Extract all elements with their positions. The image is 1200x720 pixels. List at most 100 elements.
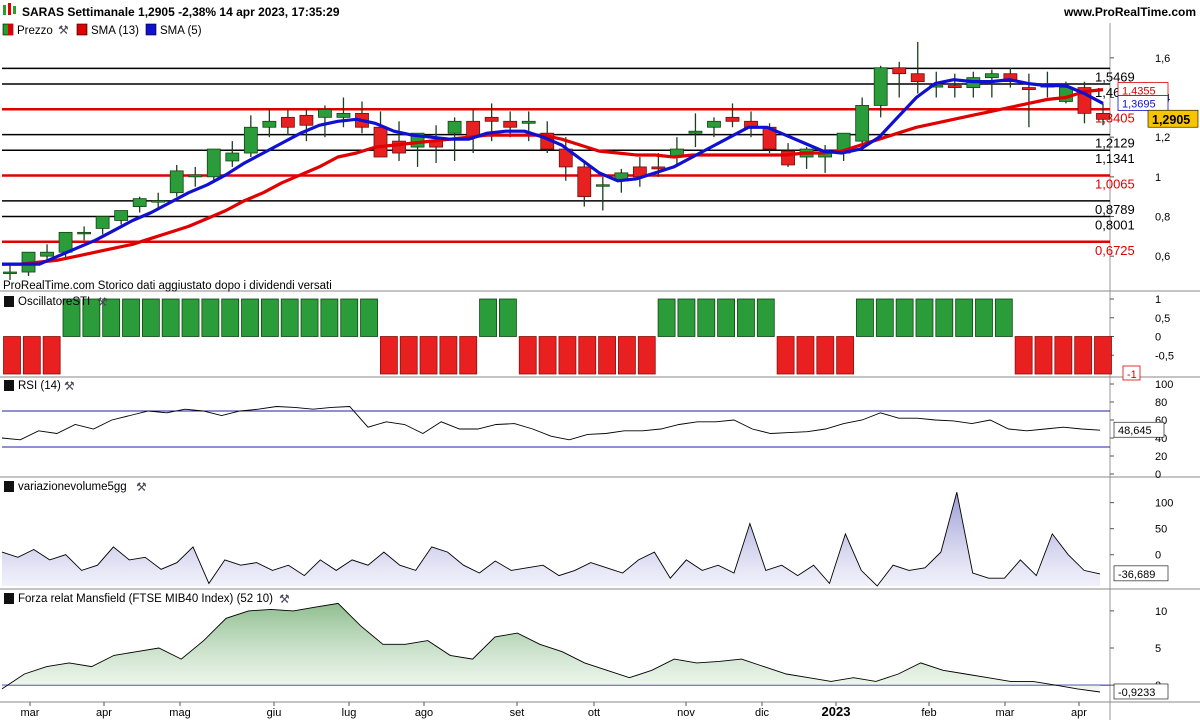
x-tick-label: nov: [677, 707, 695, 719]
candle[interactable]: [855, 97, 870, 148]
candle-body: [725, 116, 740, 122]
sti-bar: [657, 298, 676, 337]
level-label: 1,2129: [1095, 136, 1135, 151]
candle[interactable]: [595, 176, 610, 211]
badge-label: 1,2905: [1152, 113, 1190, 127]
candle[interactable]: [373, 111, 388, 158]
brand-link[interactable]: www.ProRealTime.com: [1063, 5, 1196, 19]
level-label: 0,8001: [1095, 217, 1135, 232]
sti-bar: [637, 336, 656, 375]
y-tick-label: 0,6: [1155, 251, 1170, 263]
sti-bar: [836, 336, 855, 375]
candle[interactable]: [225, 141, 240, 167]
candle[interactable]: [169, 164, 184, 197]
wrench-icon[interactable]: ⚒: [97, 295, 108, 309]
candle[interactable]: [503, 111, 518, 138]
sti-bar: [697, 298, 716, 337]
y-tick-label: 0: [1155, 332, 1161, 344]
candle[interactable]: [77, 226, 92, 241]
candle[interactable]: [262, 109, 277, 138]
mansfield-legend[interactable]: Forza relat Mansfield (FTSE MIB40 Index)…: [4, 592, 290, 606]
candle-body: [984, 73, 999, 79]
sti-bar: [618, 336, 636, 375]
candle-body: [318, 109, 332, 118]
candle[interactable]: [280, 109, 295, 136]
legend-item-prezzo[interactable]: Prezzo ⚒: [2, 23, 69, 37]
sma5-line: [2, 78, 1104, 266]
candle-body: [3, 271, 17, 274]
wrench-icon[interactable]: ⚒: [136, 480, 147, 494]
candle[interactable]: [299, 109, 314, 142]
candle[interactable]: [429, 125, 443, 163]
level-label-red: 1,0065: [1095, 177, 1135, 192]
sti-bar: [955, 298, 974, 337]
candle[interactable]: [318, 105, 332, 138]
candle[interactable]: [3, 264, 17, 280]
candle[interactable]: [466, 109, 481, 154]
candle-body: [1096, 112, 1110, 120]
rsi-panel[interactable]: 10080604020048,645: [0, 379, 1200, 481]
candle-body: [40, 251, 54, 257]
level-label: 0,8789: [1095, 202, 1135, 217]
y-tick-label: 80: [1155, 397, 1167, 409]
sti-bar: [439, 336, 458, 375]
candle[interactable]: [243, 115, 258, 157]
y-tick-label: 0,8: [1155, 212, 1170, 224]
sti-bar: [518, 336, 537, 375]
badge-label: 1,3695: [1122, 99, 1156, 111]
mansfield-panel[interactable]: 1050-0,9233: [1, 602, 1169, 700]
sti-bar: [340, 298, 359, 337]
wrench-icon[interactable]: ⚒: [58, 23, 69, 37]
candle-body: [651, 166, 666, 170]
candle-body: [521, 120, 536, 124]
candle[interactable]: [392, 121, 406, 161]
candle-body: [373, 126, 388, 158]
sma13-line: [2, 88, 1104, 266]
wrench-icon[interactable]: ⚒: [64, 379, 75, 393]
sti-bar: [479, 298, 497, 337]
candle-body: [447, 120, 462, 134]
sti-bar: [1074, 336, 1093, 375]
sti-bar: [538, 336, 557, 375]
rsi-legend[interactable]: RSI (14) ⚒: [4, 379, 75, 393]
candle[interactable]: [1077, 81, 1092, 124]
candle[interactable]: [188, 166, 203, 187]
candle[interactable]: [114, 210, 129, 225]
candle[interactable]: [132, 196, 147, 213]
candle[interactable]: [799, 147, 814, 169]
volume-last-value: -36,689: [1118, 569, 1155, 581]
sti-bar: [499, 298, 517, 337]
sti-bar: [717, 298, 736, 337]
sti-bar: [935, 298, 954, 337]
candle[interactable]: [947, 73, 962, 98]
x-tick-label: mar: [21, 707, 40, 719]
candle[interactable]: [836, 132, 851, 161]
mansfield-label: Forza relat Mansfield (FTSE MIB40 Index)…: [18, 593, 273, 605]
candle-body: [1021, 87, 1036, 90]
y-tick-label: 100: [1155, 379, 1173, 391]
candle[interactable]: [725, 103, 740, 128]
volume-area: [2, 492, 1100, 586]
wrench-icon[interactable]: ⚒: [279, 592, 290, 606]
sti-panel[interactable]: 1 0,5 0 -0,5 -1: [0, 294, 1200, 381]
x-tick-label: ago: [415, 707, 433, 719]
candle[interactable]: [966, 71, 981, 98]
sti-bar: [975, 298, 993, 337]
x-tick-label: mag: [169, 707, 190, 719]
candle[interactable]: [744, 111, 758, 138]
volume-panel[interactable]: 100 50 0-36,689: [0, 492, 1200, 590]
volume-legend[interactable]: variazionevolume5gg ⚒: [4, 480, 147, 494]
candle[interactable]: [577, 160, 592, 207]
x-tick-label: set: [510, 707, 525, 719]
level-label-red: 0,6725: [1095, 243, 1135, 258]
candle[interactable]: [95, 216, 110, 235]
sti-bar: [816, 336, 835, 375]
legend-item-sma13[interactable]: SMA (13): [76, 23, 139, 37]
candle[interactable]: [688, 113, 703, 148]
candle[interactable]: [632, 157, 647, 187]
candle[interactable]: [355, 101, 369, 134]
legend-label-sma5: SMA (5): [160, 25, 202, 37]
candle[interactable]: [892, 61, 907, 98]
legend-item-sma5[interactable]: SMA (5): [145, 23, 202, 37]
sti-bar: [280, 298, 299, 337]
